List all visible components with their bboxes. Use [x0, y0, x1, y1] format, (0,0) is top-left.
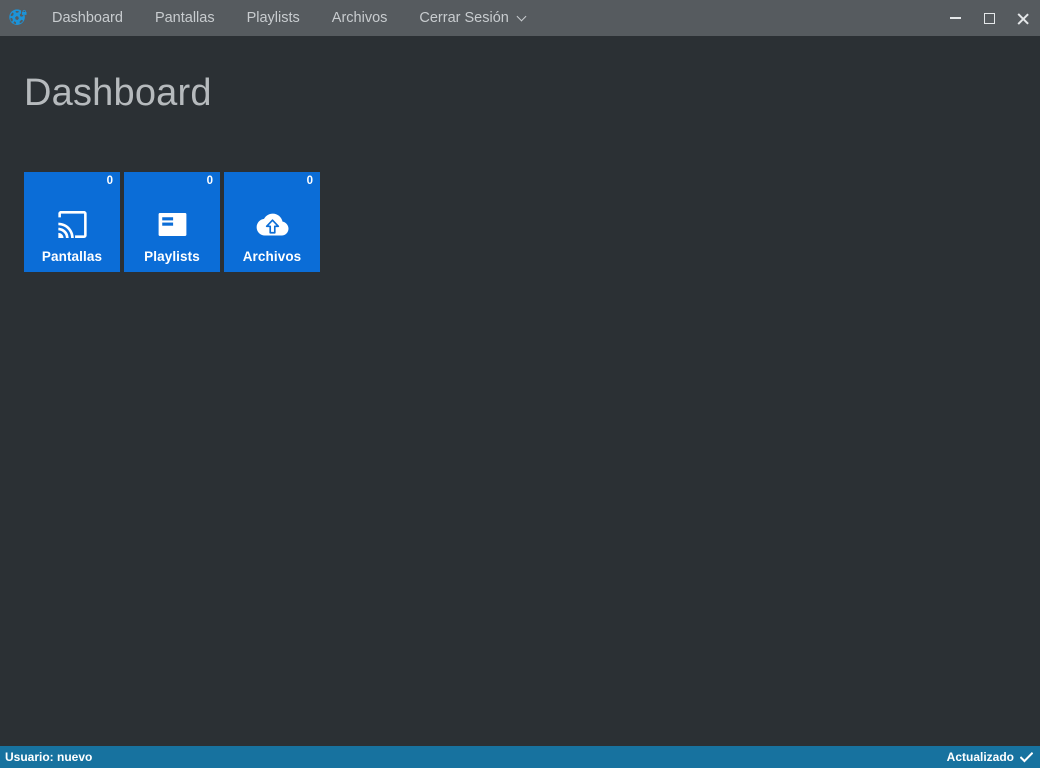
globe-lock-icon: [0, 0, 36, 36]
dashboard-tiles: 0 Pantallas 0 Playlists 0 Archivos: [24, 172, 320, 272]
window-controls: [938, 0, 1040, 36]
nav-item-label: Cerrar Sesión: [419, 10, 509, 26]
close-button[interactable]: [1006, 0, 1040, 36]
status-sync-text: Actualizado: [946, 750, 1014, 764]
titlebar: Dashboard Pantallas Playlists Archivos C…: [0, 0, 1040, 36]
tile-count-badge: 0: [106, 175, 113, 187]
close-icon: [1017, 12, 1030, 25]
tile-archivos[interactable]: 0 Archivos: [224, 172, 320, 272]
tile-label: Playlists: [144, 248, 200, 264]
nav-item-pantallas[interactable]: Pantallas: [139, 0, 231, 36]
nav-item-cerrar-sesion[interactable]: Cerrar Sesión: [403, 0, 542, 36]
chevron-down-icon: [518, 13, 527, 22]
tile-playlists[interactable]: 0 Playlists: [124, 172, 220, 272]
nav-item-playlists[interactable]: Playlists: [231, 0, 316, 36]
tile-label: Archivos: [242, 248, 302, 264]
nav-item-label: Pantallas: [154, 10, 215, 26]
nav-item-label: Archivos: [331, 10, 388, 26]
playlist-card-icon: [155, 208, 189, 242]
maximize-button[interactable]: [972, 0, 1006, 36]
cast-screen-icon: [55, 208, 89, 242]
status-sync: Actualizado: [946, 750, 1034, 764]
nav-item-archivos[interactable]: Archivos: [316, 0, 404, 36]
tile-label: Pantallas: [41, 248, 103, 264]
statusbar: Usuario: nuevo Actualizado: [0, 746, 1040, 768]
tile-pantallas[interactable]: 0 Pantallas: [24, 172, 120, 272]
minimize-button[interactable]: [938, 0, 972, 36]
status-user-text: Usuario: nuevo: [5, 750, 93, 764]
nav-item-label: Dashboard: [52, 10, 123, 26]
minimize-icon: [949, 17, 961, 19]
cloud-upload-icon: [255, 208, 289, 242]
page-title: Dashboard: [24, 72, 212, 114]
nav-item-label: Playlists: [246, 10, 300, 26]
tile-count-badge: 0: [306, 175, 313, 187]
app-window: Dashboard Pantallas Playlists Archivos C…: [0, 0, 1040, 768]
content-area: Dashboard 0 Pantallas 0 Playlists 0 Arch…: [0, 36, 1040, 746]
maximize-icon: [983, 12, 995, 24]
tile-count-badge: 0: [206, 175, 213, 187]
checkmark-icon: [1019, 751, 1034, 764]
main-nav: Dashboard Pantallas Playlists Archivos C…: [36, 0, 543, 36]
nav-item-dashboard[interactable]: Dashboard: [36, 0, 139, 36]
